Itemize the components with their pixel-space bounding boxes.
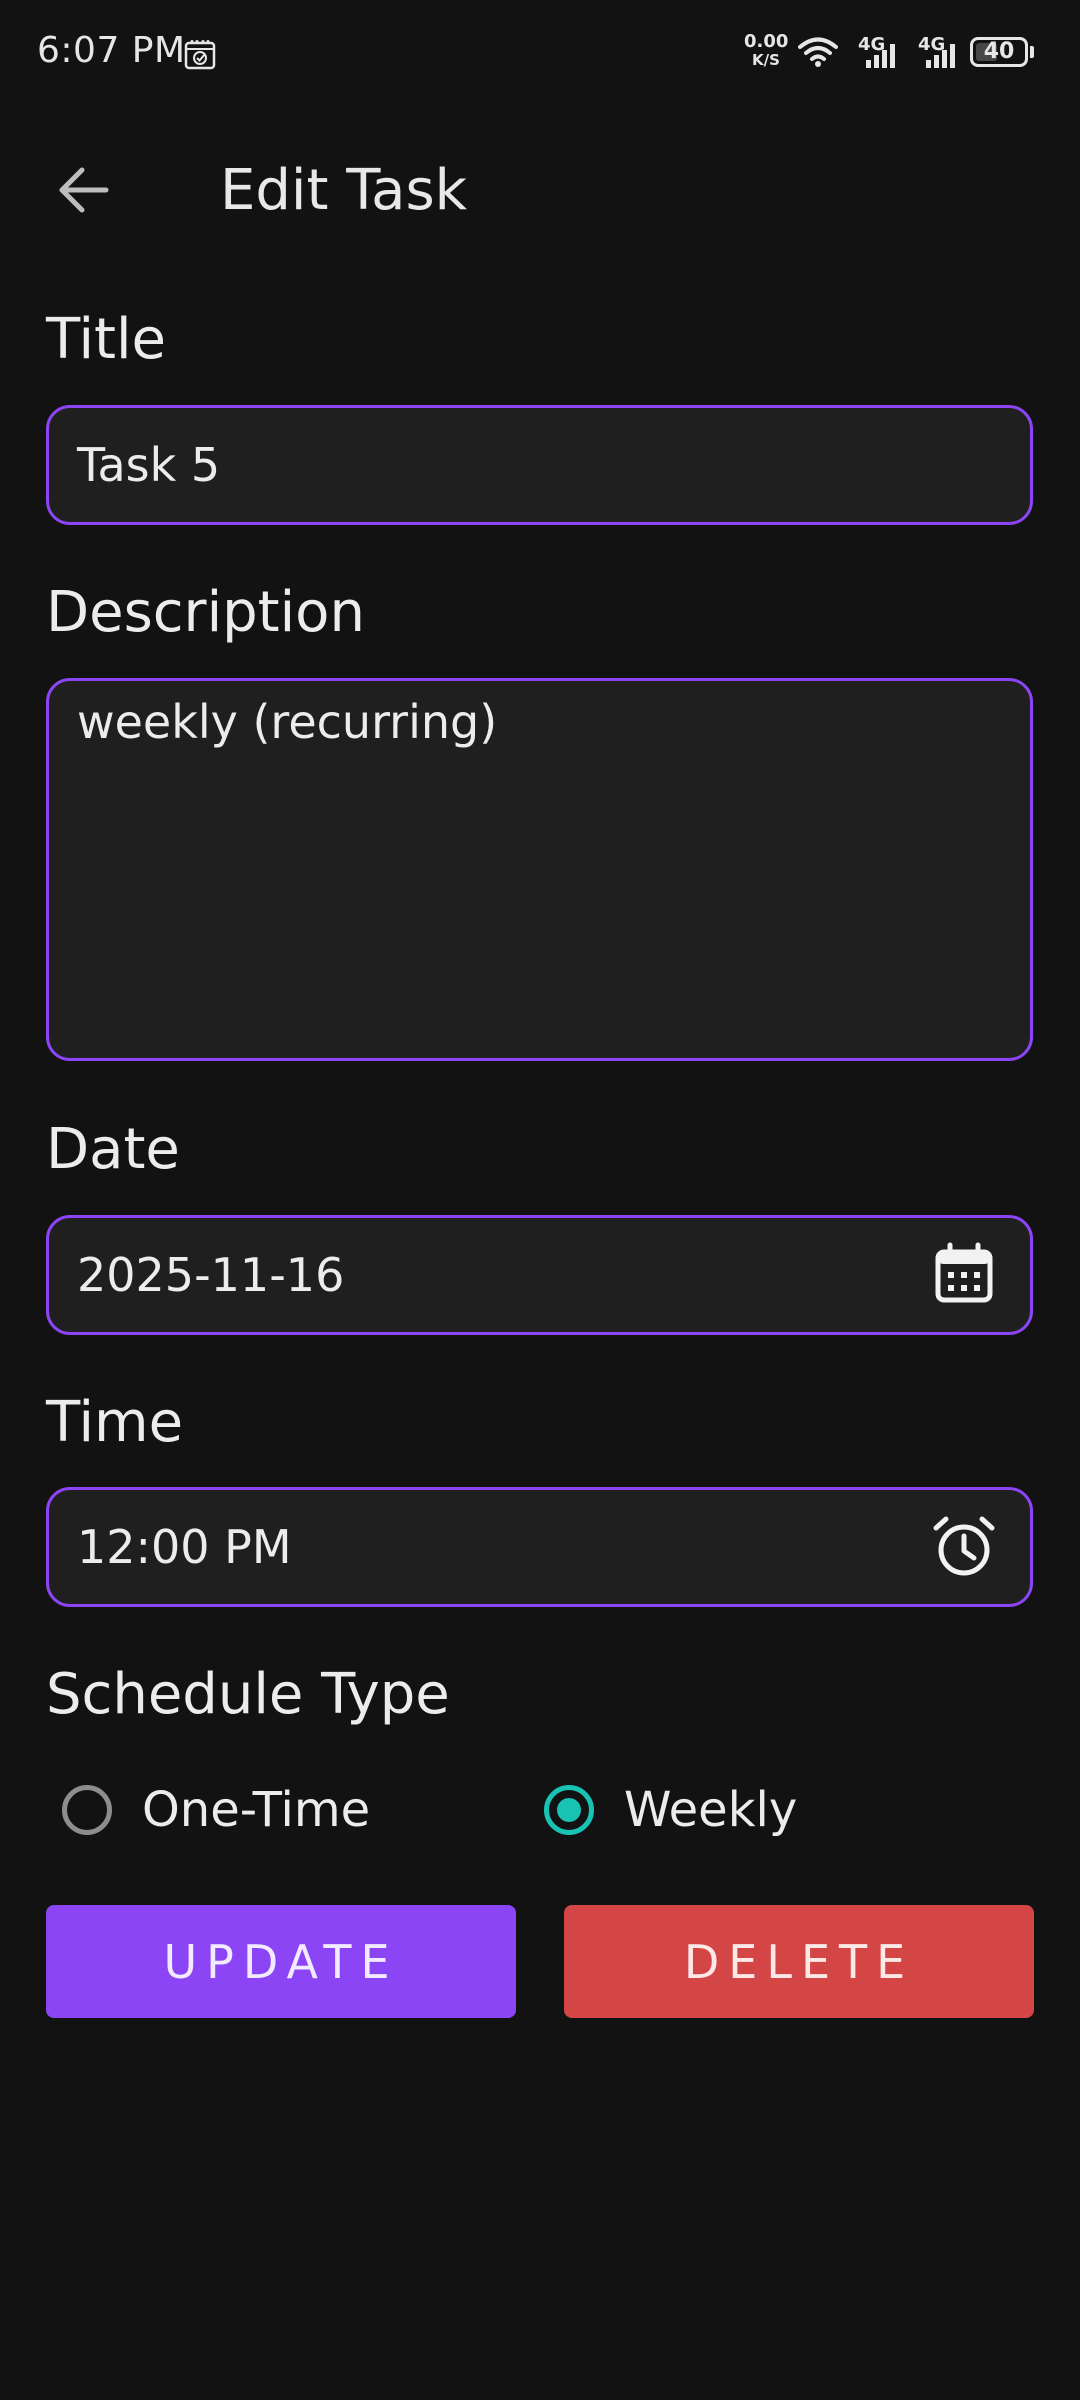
radio-one-time-label: One-Time xyxy=(142,1782,371,1838)
date-input[interactable]: 2025-11-16 xyxy=(46,1215,1033,1335)
description-textarea[interactable]: weekly (recurring) xyxy=(46,678,1033,1061)
battery-level: 40 xyxy=(983,39,1015,64)
title-label: Title xyxy=(46,307,167,372)
battery-icon: 40 xyxy=(970,37,1028,67)
radio-one-time-circle[interactable] xyxy=(62,1785,112,1835)
update-button[interactable]: UPDATE xyxy=(46,1905,516,2018)
time-label: Time xyxy=(46,1390,184,1455)
cell-signal-1: 4G xyxy=(856,34,906,72)
calendar-icon[interactable] xyxy=(932,1242,996,1306)
schedule-type-label: Schedule Type xyxy=(46,1662,450,1727)
date-input-value: 2025-11-16 xyxy=(77,1248,345,1302)
radio-weekly-label: Weekly xyxy=(624,1782,798,1838)
signal-bars-icon xyxy=(926,44,955,68)
back-button[interactable] xyxy=(46,152,122,228)
description-textarea-value: weekly (recurring) xyxy=(77,695,498,749)
title-input-value: Task 5 xyxy=(77,438,221,492)
title-input[interactable]: Task 5 xyxy=(46,405,1033,525)
time-input-value: 12:00 PM xyxy=(77,1520,292,1574)
arrow-back-icon xyxy=(59,167,109,213)
task-app-notification-icon xyxy=(184,40,216,70)
date-label: Date xyxy=(46,1117,180,1182)
network-speed-value: 0.00 xyxy=(744,31,789,52)
network-speed-unit: K/S xyxy=(752,51,780,69)
radio-weekly[interactable]: Weekly xyxy=(544,1775,797,1845)
battery-nub xyxy=(1030,46,1034,58)
cell-signal-2: 4G xyxy=(916,34,966,72)
status-time: 6:07 PM xyxy=(37,30,186,71)
signal-bars-icon xyxy=(866,44,895,68)
network-speed: 0.00 K/S xyxy=(744,32,788,70)
radio-weekly-circle[interactable] xyxy=(544,1785,594,1835)
status-bar: 6:07 PM 0.00 K/S 4G 4G 40 xyxy=(0,0,1080,108)
page-title: Edit Task xyxy=(220,158,468,223)
radio-one-time[interactable]: One-Time xyxy=(62,1775,370,1845)
wifi-icon xyxy=(798,37,838,67)
time-input[interactable]: 12:00 PM xyxy=(46,1487,1033,1607)
description-label: Description xyxy=(46,580,365,645)
alarm-clock-icon[interactable] xyxy=(932,1514,996,1578)
delete-button[interactable]: DELETE xyxy=(564,1905,1034,2018)
